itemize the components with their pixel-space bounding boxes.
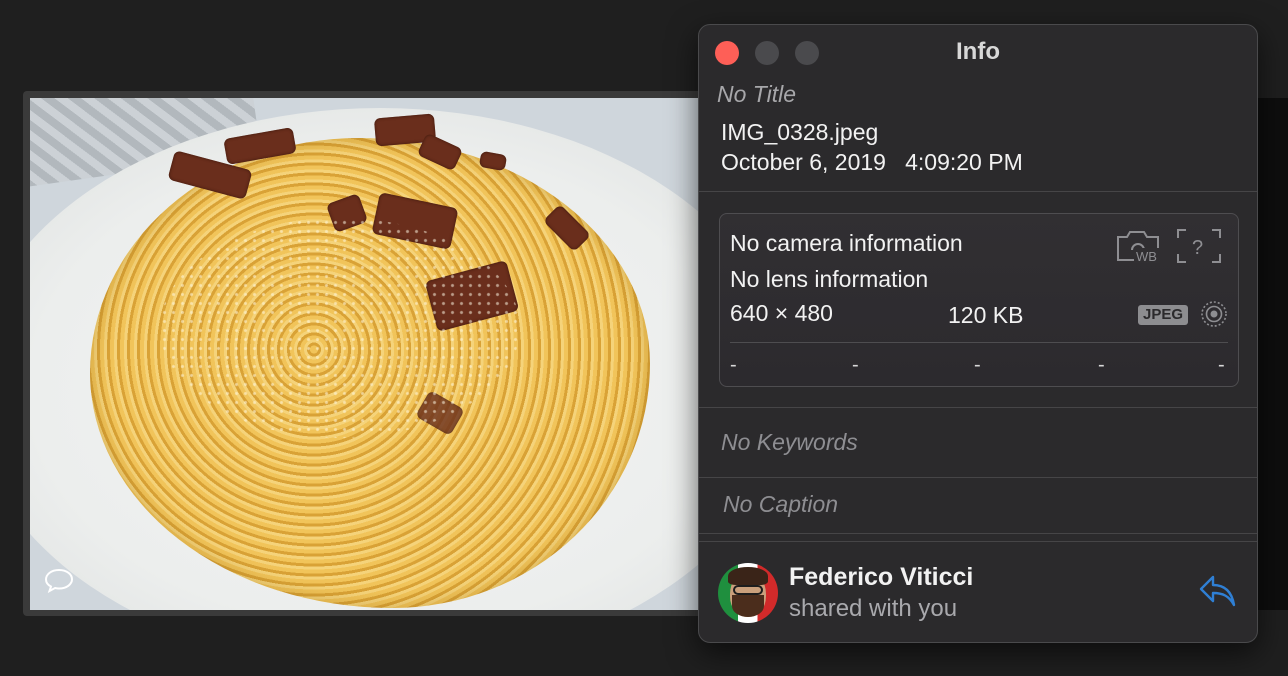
grated-cheese: [160, 218, 520, 438]
svg-text:WB: WB: [1136, 249, 1157, 264]
keywords-field[interactable]: No Keywords: [721, 429, 858, 456]
photos-window: Info No Title IMG_0328.jpeg October 6, 2…: [0, 0, 1288, 676]
live-photo-icon: [1201, 301, 1227, 327]
panel-title: Info: [956, 38, 1000, 65]
exposure-value: -: [974, 354, 981, 376]
shared-status: shared with you: [789, 595, 958, 622]
avatar: [718, 563, 778, 623]
format-badge: JPEG: [1138, 305, 1189, 325]
divider: [699, 533, 1257, 534]
next-photo-edge: [1258, 98, 1288, 610]
aperture-value: -: [1098, 354, 1105, 376]
unknown-metering-icon: ?: [1177, 229, 1221, 263]
white-balance-camera-icon: WB: [1117, 231, 1160, 264]
divider: [699, 541, 1257, 542]
photo-image[interactable]: [30, 98, 720, 610]
info-panel: Info No Title IMG_0328.jpeg October 6, 2…: [698, 24, 1258, 643]
divider: [699, 477, 1257, 478]
focal-length-value: -: [852, 354, 859, 376]
info-titlebar: Info: [699, 25, 1257, 77]
shutter-value: -: [1218, 354, 1225, 376]
filename: IMG_0328.jpeg: [721, 119, 879, 145]
caption-field[interactable]: No Caption: [723, 491, 838, 518]
divider: [699, 407, 1257, 408]
sharer-name: Federico Viticci: [789, 563, 974, 591]
reply-icon[interactable]: [1197, 573, 1237, 609]
exif-divider: [730, 342, 1228, 343]
photo-title-field[interactable]: No Title: [717, 81, 796, 108]
camera-info-box: No camera information No lens informatio…: [719, 213, 1239, 387]
iso-value: -: [730, 354, 737, 376]
avatar-beard: [732, 595, 764, 617]
avatar-glasses: [733, 585, 763, 595]
divider: [699, 191, 1257, 192]
dimensions: 640 × 480: [730, 300, 833, 326]
avatar-hair: [728, 567, 768, 585]
camera-info: No camera information: [730, 230, 963, 256]
lens-info: No lens information: [730, 266, 929, 292]
file-size: 120 KB: [948, 302, 1024, 328]
photo-datetime[interactable]: October 6, 2019 4:09:20 PM: [721, 149, 1023, 176]
svg-text:?: ?: [1192, 237, 1203, 259]
comment-icon[interactable]: [44, 567, 74, 593]
